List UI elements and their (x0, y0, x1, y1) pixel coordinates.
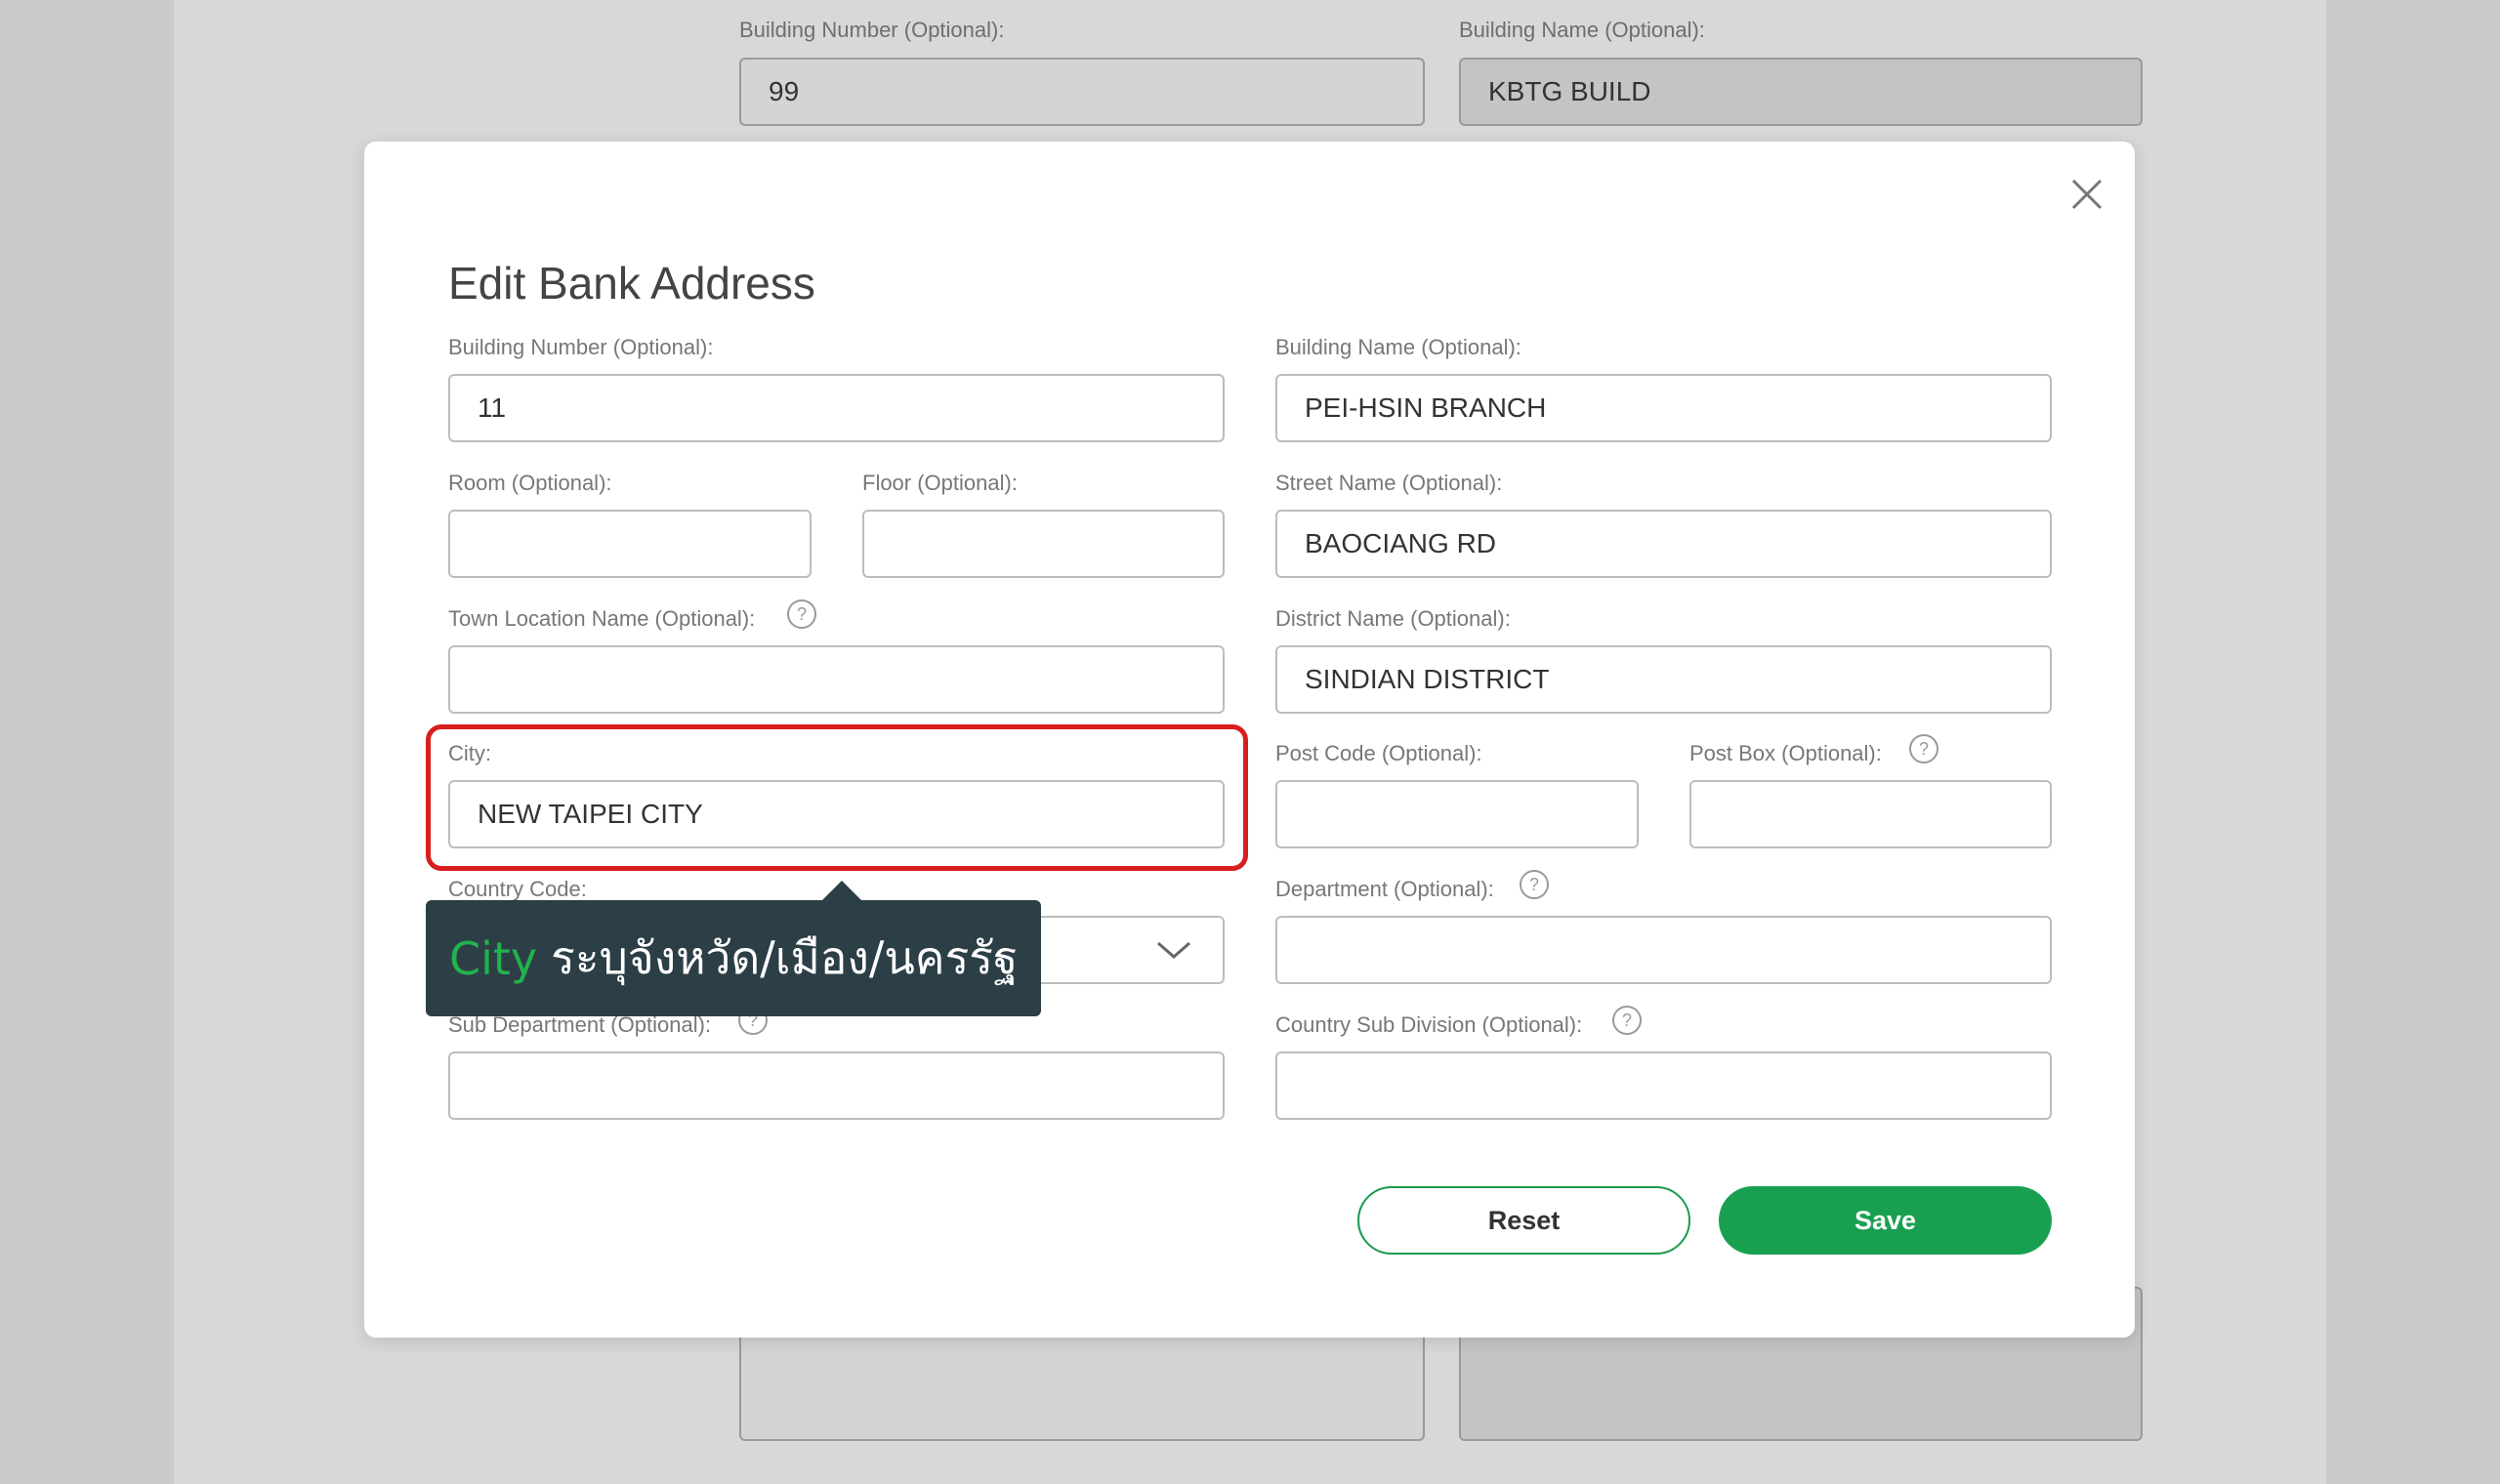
floor-label: Floor (Optional): (862, 471, 1018, 495)
street-name-input[interactable] (1275, 510, 2052, 578)
building-number-label: Building Number (Optional): (448, 335, 714, 359)
sub-department-input[interactable] (448, 1051, 1225, 1120)
town-location-help-icon[interactable]: ? (787, 599, 816, 629)
tooltip-keyword: City (449, 931, 538, 985)
city-highlight-frame (426, 724, 1248, 871)
district-name-label: District Name (Optional): (1275, 606, 1511, 631)
country-code-label: Country Code: (448, 877, 587, 901)
city-tooltip: City ระบุจังหวัด/เมือง/นครรัฐ (426, 900, 1041, 1016)
department-input[interactable] (1275, 916, 2052, 984)
country-sub-division-label: Country Sub Division (Optional): (1275, 1012, 1583, 1037)
tooltip-arrow (822, 881, 861, 900)
street-name-label: Street Name (Optional): (1275, 471, 1503, 495)
town-location-label: Town Location Name (Optional): (448, 606, 756, 631)
tooltip-text: ระบุจังหวัด/เมือง/นครรัฐ (551, 931, 1019, 984)
post-box-help-icon[interactable]: ? (1909, 734, 1938, 763)
district-name-input[interactable] (1275, 645, 2052, 714)
country-sub-division-help-icon[interactable]: ? (1612, 1006, 1642, 1035)
room-input[interactable] (448, 510, 812, 578)
post-box-label: Post Box (Optional): (1689, 741, 1882, 765)
close-icon[interactable] (2065, 173, 2108, 216)
floor-input[interactable] (862, 510, 1225, 578)
dialog-title: Edit Bank Address (448, 258, 815, 309)
modal-overlay: Edit Bank Address Building Number (Optio… (0, 0, 2500, 1484)
reset-button[interactable]: Reset (1357, 1186, 1690, 1255)
post-code-label: Post Code (Optional): (1275, 741, 1482, 765)
post-box-input[interactable] (1689, 780, 2052, 848)
town-location-input[interactable] (448, 645, 1225, 714)
save-button[interactable]: Save (1719, 1186, 2052, 1255)
department-help-icon[interactable]: ? (1520, 870, 1549, 899)
room-label: Room (Optional): (448, 471, 612, 495)
building-name-label: Building Name (Optional): (1275, 335, 1521, 359)
building-number-input[interactable] (448, 374, 1225, 442)
building-name-input[interactable] (1275, 374, 2052, 442)
post-code-input[interactable] (1275, 780, 1639, 848)
chevron-down-icon (1157, 941, 1190, 959)
department-label: Department (Optional): (1275, 877, 1494, 901)
country-sub-division-input[interactable] (1275, 1051, 2052, 1120)
